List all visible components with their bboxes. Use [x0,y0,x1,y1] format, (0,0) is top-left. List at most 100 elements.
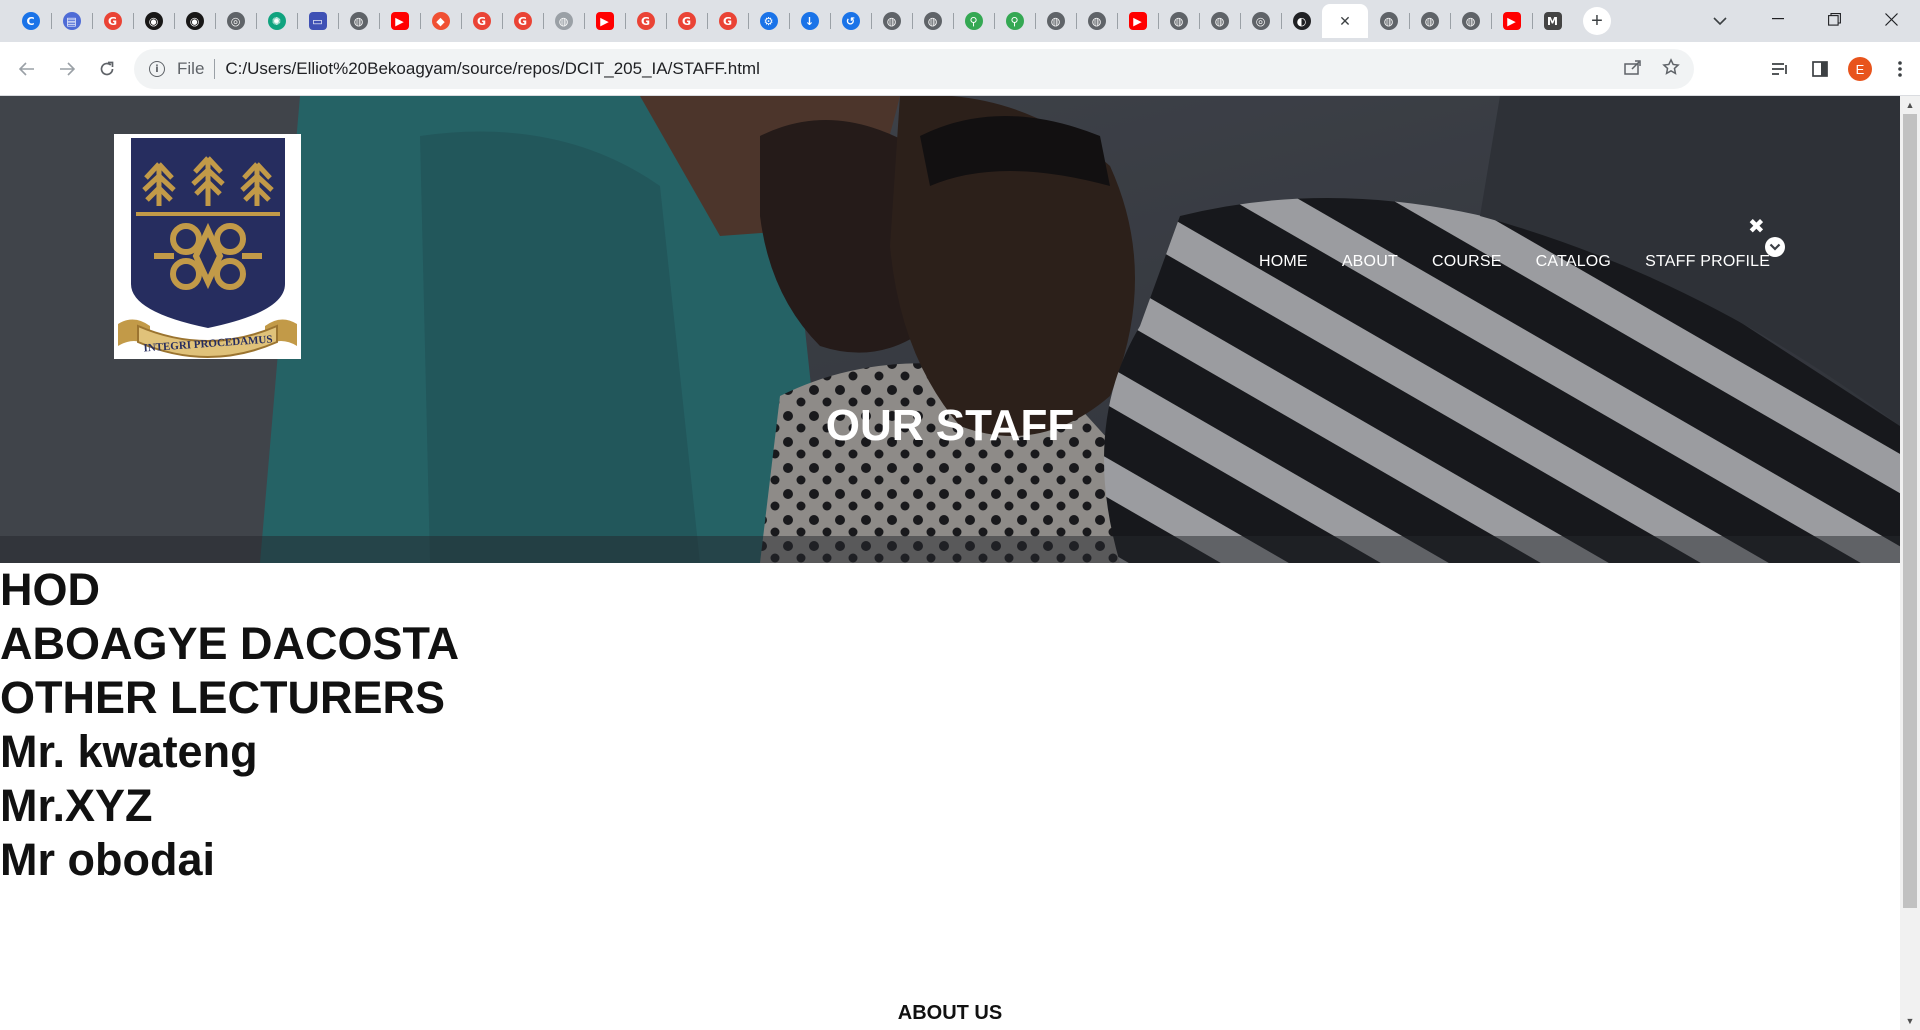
side-panel-button[interactable] [1800,54,1840,84]
browser-tab[interactable]: ◍ [1199,4,1240,38]
restore-button[interactable] [1806,0,1863,38]
hero-banner: INTEGRI PROCEDAMUS HOME ABOUT COURSE CAT… [0,96,1900,563]
nav-catalog[interactable]: CATALOG [1536,253,1612,271]
address-bar-actions [1624,49,1680,89]
browser-tab[interactable]: ↓ [789,4,830,38]
youtube-icon: ▶ [1128,12,1147,30]
nav-about[interactable]: ABOUT [1342,253,1398,271]
browser-tab[interactable]: ◉ [133,4,174,38]
reading-list-button[interactable] [1760,54,1800,84]
browser-tab[interactable]: G [502,4,543,38]
scroll-up-arrow-icon[interactable]: ▲ [1900,96,1920,114]
app-icon: ◐ [1292,12,1311,30]
url-scheme-label: File [177,59,205,78]
browser-tab[interactable]: G [461,4,502,38]
new-tab-button[interactable]: + [1583,7,1611,35]
browser-tab[interactable]: ↺ [830,4,871,38]
browser-tab[interactable]: ◍ [1158,4,1199,38]
minimize-button[interactable] [1749,0,1806,38]
browser-tab[interactable]: ◍ [543,4,584,38]
address-bar[interactable]: i File C:/Users/Elliot%20Bekoagyam/sourc… [134,49,1694,89]
vertical-scrollbar[interactable]: ▲ ▼ [1900,96,1920,1030]
browser-tab[interactable]: ◍ [1368,4,1409,38]
nav-home[interactable]: HOME [1259,253,1308,271]
google-icon: G [677,12,696,30]
info-icon[interactable]: i [149,61,165,77]
browser-tab-active[interactable]: ✕ [1322,4,1368,38]
browser-tab[interactable]: ▶ [1117,4,1158,38]
browser-tab[interactable]: ◉ [174,4,215,38]
url-text[interactable]: C:/Users/Elliot%20Bekoagyam/source/repos… [225,59,759,79]
github-icon: ◉ [144,12,163,30]
google-icon: G [472,12,491,30]
browser-tab[interactable]: ◍ [871,4,912,38]
browser-tab[interactable]: ◎ [215,4,256,38]
reload-button[interactable] [92,54,122,84]
browser-tab[interactable]: ◍ [1409,4,1450,38]
globe-icon: ◍ [1046,12,1065,30]
chrome-icon: ◎ [1251,12,1270,30]
menu-button[interactable] [1880,54,1920,84]
browser-tab[interactable]: ◎ [1240,4,1281,38]
browser-tab[interactable]: G [625,4,666,38]
university-crest-logo[interactable]: INTEGRI PROCEDAMUS [114,134,301,359]
browser-tab[interactable]: M [1532,4,1573,38]
browser-tab[interactable]: C [10,4,51,38]
globe-icon: ◍ [1420,12,1439,30]
globe-icon: ◍ [1210,12,1229,30]
browser-tab[interactable]: ▤ [51,4,92,38]
browser-tab[interactable]: ▶ [379,4,420,38]
browser-tab[interactable]: ▶ [584,4,625,38]
scroll-thumb[interactable] [1903,114,1917,908]
page-viewport: INTEGRI PROCEDAMUS HOME ABOUT COURSE CAT… [0,96,1900,1030]
browser-tab-strip: C ▤ G ◉ ◉ ◎ ✺ ▭ ◍ ▶ ◆ G G ◍ ▶ G G G ⚙ ↓ ↺ ◍ ◍ ⚲ ⚲ ◍ ◍ ▶ ◍ ◍ ◎ ◐ ✕ ◍ ◍ ◍ ▶ M + [0,0,1920,42]
browser-tab[interactable]: ◐ [1281,4,1322,38]
nav-close-icon[interactable]: ✖ [1748,214,1765,239]
browser-tab[interactable]: G [666,4,707,38]
globe-icon: ◍ [1169,12,1188,30]
toolbar-right: E [1760,54,1920,84]
forward-button[interactable] [52,54,82,84]
nav-course[interactable]: COURSE [1432,253,1502,271]
main-nav: HOME ABOUT COURSE CATALOG STAFF PROFILE [1259,253,1770,271]
settings-icon: ⚙ [759,12,778,30]
bookmark-star-icon[interactable] [1662,57,1680,81]
page-title: OUR STAFF [825,401,1075,450]
staff-name: Mr.XYZ [0,780,153,831]
nav-dropdown-button[interactable] [1765,237,1785,257]
browser-tab[interactable]: G [707,4,748,38]
staff-heading-hod: HOD [0,564,100,615]
avatar: E [1848,57,1872,81]
arrow-right-icon [60,62,75,76]
globe-icon: ◍ [1087,12,1106,30]
restore-icon [1828,12,1841,26]
browser-tab[interactable]: ⚙ [748,4,789,38]
tab-search-button[interactable] [1706,8,1734,34]
browser-tab[interactable]: ◍ [912,4,953,38]
browser-tab[interactable]: ◆ [420,4,461,38]
share-icon[interactable] [1624,59,1642,80]
close-window-button[interactable] [1863,0,1920,38]
back-button[interactable] [12,54,42,84]
scroll-down-arrow-icon[interactable]: ▼ [1900,1012,1920,1030]
staff-name: Mr. kwateng [0,726,258,777]
browser-tab[interactable]: ▭ [297,4,338,38]
browser-tab[interactable]: ◍ [1450,4,1491,38]
browser-tab[interactable]: ◍ [338,4,379,38]
browser-tab[interactable]: G [92,4,133,38]
globe-icon: ◍ [1379,12,1398,30]
history-icon: ↺ [841,12,860,30]
more-vertical-icon [1898,61,1902,77]
globe-icon: ◍ [349,12,368,30]
printer-icon: ▤ [62,12,81,30]
staff-name-hod: ABOAGYE DACOSTA [0,618,460,669]
nav-staff-profile[interactable]: STAFF PROFILE [1645,253,1770,271]
browser-tab[interactable]: ⚲ [953,4,994,38]
close-tab-icon[interactable]: ✕ [1339,13,1351,30]
browser-tab[interactable]: ◍ [1076,4,1117,38]
browser-tab[interactable]: ⚲ [994,4,1035,38]
browser-tab[interactable]: ✺ [256,4,297,38]
profile-button[interactable]: E [1840,54,1880,84]
browser-tab[interactable]: ▶ [1491,4,1532,38]
browser-tab[interactable]: ◍ [1035,4,1076,38]
